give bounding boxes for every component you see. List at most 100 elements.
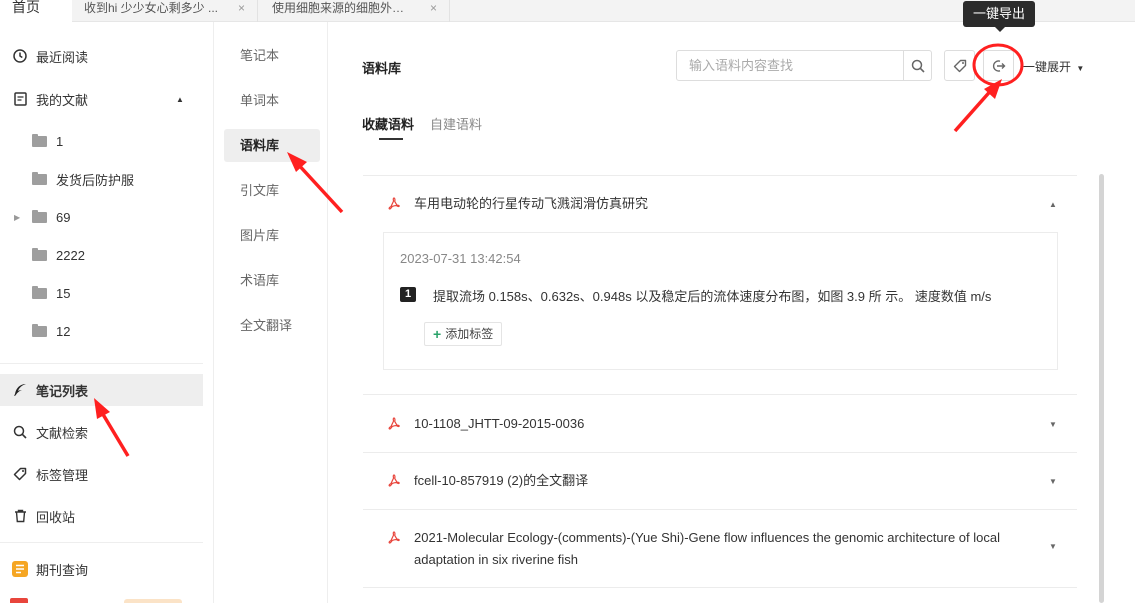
- export-tooltip: 一键导出: [963, 1, 1035, 32]
- folder-item[interactable]: 2222: [0, 241, 203, 269]
- sidebar-item-tag-manage[interactable]: 标签管理: [0, 458, 203, 490]
- folder-icon: [32, 133, 47, 147]
- sidebar-item-label: 回收站: [36, 509, 76, 525]
- folder-icon: [32, 171, 47, 185]
- notes-nav-translation[interactable]: 全文翻译: [224, 309, 320, 342]
- sidebar-item-label: 我的文献: [36, 92, 89, 108]
- trash-icon: [12, 508, 28, 524]
- search-button[interactable]: [903, 51, 931, 80]
- notes-nav-images[interactable]: 图片库: [224, 219, 320, 252]
- sidebar-item-label: 文献检索: [36, 425, 89, 441]
- caret-down-icon[interactable]: ▼: [1049, 542, 1057, 551]
- tab-favorite-corpus[interactable]: 收藏语料: [362, 114, 414, 133]
- sidebar-item-label: 笔记列表: [36, 383, 89, 399]
- tab-label: 收到hi 少少女心剩多少 ...: [84, 1, 219, 15]
- feather-icon: [12, 382, 28, 398]
- folder-icon: [32, 247, 47, 261]
- expand-all-dropdown[interactable]: 一键展开 ▼: [1023, 58, 1084, 75]
- close-icon[interactable]: ×: [238, 0, 245, 16]
- tab-doc-2[interactable]: 使用细胞来源的细胞外基... ×: [260, 0, 450, 22]
- tab-label: 首页: [12, 0, 40, 15]
- caret-up-icon[interactable]: ▲: [1049, 200, 1057, 209]
- folder-name: 1: [56, 133, 64, 149]
- divider: [363, 394, 1077, 395]
- folder-icon: [32, 323, 47, 337]
- tab-doc-1[interactable]: 收到hi 少少女心剩多少 ... ×: [74, 0, 258, 22]
- divider: [363, 452, 1077, 453]
- excerpt-text[interactable]: 提取流场 0.158s、0.632s、0.948s 以及稳定后的流体速度分布图，…: [433, 286, 991, 305]
- divider: [0, 363, 203, 364]
- active-tab-indicator: [379, 138, 403, 140]
- notes-nav-terms[interactable]: 术语库: [224, 264, 320, 297]
- corpus-item-detail: 2023-07-31 13:42:54 1 提取流场 0.158s、0.632s…: [383, 232, 1058, 370]
- folder-item[interactable]: 发货后防护服: [0, 165, 203, 193]
- collapse-caret-icon[interactable]: ▲: [176, 95, 184, 104]
- folder-name: 15: [56, 285, 71, 301]
- journal-icon: [12, 561, 28, 577]
- search-icon: [911, 59, 925, 73]
- tag-icon: [12, 466, 28, 482]
- sidebar-item-label: 期刊查询: [36, 562, 89, 578]
- add-tag-button[interactable]: + 添加标签: [424, 322, 503, 346]
- search-box: [676, 50, 932, 81]
- folder-item[interactable]: ▶ 69: [0, 203, 203, 231]
- tab-custom-corpus[interactable]: 自建语料: [430, 114, 482, 133]
- export-icon: [992, 59, 1006, 72]
- notes-nav-corpus[interactable]: 语料库: [224, 129, 320, 162]
- scrollbar[interactable]: [1099, 174, 1104, 603]
- folder-icon: [32, 285, 47, 299]
- tag-filter-button[interactable]: [944, 50, 975, 81]
- app-icon-partial: [10, 598, 28, 603]
- folder-item[interactable]: 1: [0, 127, 203, 155]
- folder-name: 2222: [56, 247, 85, 263]
- clock-icon: [12, 48, 28, 64]
- tab-label: 使用细胞来源的细胞外基...: [272, 1, 412, 15]
- sidebar-item-notes-list[interactable]: 笔记列表: [0, 374, 203, 406]
- close-icon[interactable]: ×: [430, 0, 437, 16]
- search-input[interactable]: [677, 51, 903, 80]
- sidebar-item-label: 标签管理: [36, 467, 89, 483]
- caret-down-icon[interactable]: ▼: [1049, 420, 1057, 429]
- plus-icon: +: [433, 326, 442, 342]
- caret-down-icon[interactable]: ▼: [1049, 477, 1057, 486]
- folder-name: 69: [56, 209, 71, 225]
- folder-name: 发货后防护服: [56, 172, 135, 188]
- page-title: 语料库: [362, 61, 402, 76]
- add-tag-label: 添加标签: [445, 327, 494, 341]
- folder-item[interactable]: 15: [0, 279, 203, 307]
- document-icon: [12, 91, 28, 107]
- sidebar-item-my-docs[interactable]: 我的文献 ▲: [0, 83, 203, 115]
- pdf-icon: [388, 197, 400, 210]
- notes-nav-notebook[interactable]: 笔记本: [224, 39, 320, 72]
- main-panel: 语料库 一键展开 ▼ 一键导出 收藏语料 自建语料 车用电动轮的行星传动飞溅润滑…: [329, 1, 1135, 603]
- divider: [363, 509, 1077, 510]
- sidebar-item-recent[interactable]: 最近阅读: [0, 40, 203, 72]
- sidebar: 最近阅读 我的文献 ▲ 1 发货后防护服 ▶ 69 2222 15 12 笔记列…: [0, 22, 214, 603]
- sidebar-item-recycle[interactable]: 回收站: [0, 500, 203, 532]
- sidebar-item-label: 最近阅读: [36, 49, 89, 65]
- excerpt-index: 1: [400, 287, 416, 302]
- timestamp: 2023-07-31 13:42:54: [400, 251, 521, 266]
- divider: [0, 542, 203, 543]
- corpus-item-title: 车用电动轮的行星传动飞溅润滑仿真研究: [414, 196, 649, 211]
- folder-icon: [32, 209, 47, 223]
- expand-all-label: 一键展开: [1023, 60, 1072, 74]
- divider: [363, 587, 1077, 588]
- pdf-icon: [388, 531, 400, 544]
- tab-home[interactable]: 首页: [0, 0, 72, 22]
- notes-nav-citations[interactable]: 引文库: [224, 174, 320, 207]
- corpus-item-title: fcell-10-857919 (2)的全文翻译: [414, 473, 589, 488]
- tag-icon: [953, 59, 966, 72]
- folder-item[interactable]: 12: [0, 317, 203, 345]
- divider: [363, 175, 1077, 176]
- notes-nav-wordbook[interactable]: 单词本: [224, 84, 320, 117]
- expand-caret-icon[interactable]: ▶: [14, 213, 24, 222]
- export-button[interactable]: [983, 50, 1014, 81]
- corpus-item-title: 2021-Molecular Ecology-(comments)-(Yue S…: [414, 530, 1000, 567]
- sidebar-item-journal[interactable]: 期刊查询: [0, 553, 203, 585]
- pdf-icon: [388, 417, 400, 430]
- pdf-icon: [388, 474, 400, 487]
- badge-partial: [124, 599, 182, 603]
- sidebar-item-doc-search[interactable]: 文献检索: [0, 416, 203, 448]
- search-icon: [12, 424, 28, 440]
